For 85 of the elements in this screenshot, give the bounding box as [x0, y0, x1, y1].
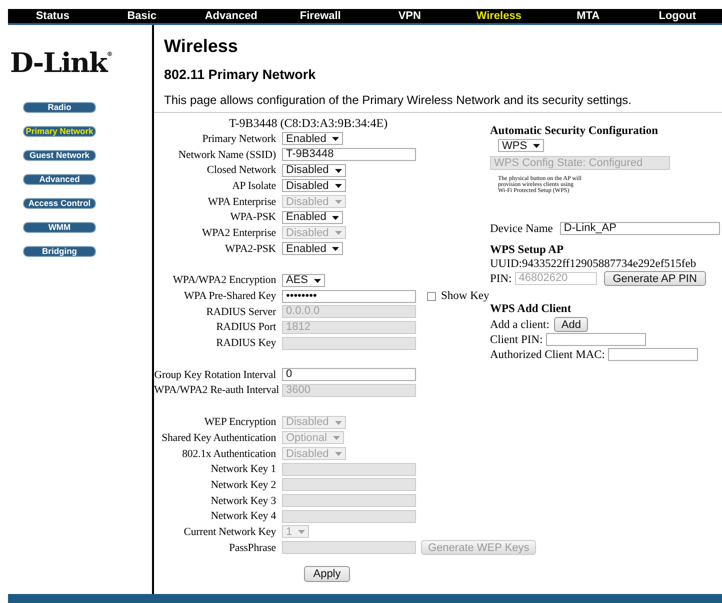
field-label: WPA/WPA2 Re-auth Interval [154, 384, 279, 396]
caret-icon [332, 435, 340, 440]
caret-icon [332, 136, 340, 142]
caret-icon [533, 143, 540, 148]
sidebar-button[interactable]: Access Control [23, 198, 96, 209]
nav-tab[interactable]: Firewall [276, 10, 365, 22]
field-label: WPA-PSK [229, 211, 277, 224]
input-field[interactable] [546, 333, 646, 346]
page-title: Wireless [164, 36, 239, 57]
field-label: Network Key 2 [210, 478, 277, 491]
sidebar-button[interactable]: Guest Network [23, 150, 96, 161]
field-label: Group Key Rotation Interval [154, 368, 277, 381]
field-label: Authorized Client MAC: [490, 348, 605, 360]
field-label: RADIUS Server [205, 306, 277, 318]
section-heading: WPS Setup AP [490, 244, 564, 256]
section-title: 802.11 Primary Network [164, 67, 317, 82]
field-label: WEP Encryption [203, 416, 277, 428]
input-field[interactable]: D-Link_AP [560, 222, 720, 235]
field-label: PIN: [490, 272, 512, 284]
input-field[interactable] [608, 348, 698, 361]
field-label: RADIUS Port [215, 321, 277, 334]
dropdown[interactable]: AES [282, 274, 326, 287]
caret-icon [332, 214, 340, 220]
dropdown[interactable]: Enabled [282, 210, 344, 224]
field-label: Closed Network [206, 164, 278, 176]
input-field[interactable]: 0 [282, 368, 416, 382]
field-label: Current Network Key [182, 526, 277, 538]
field-label: AP Isolate [231, 180, 277, 192]
page-description: This page allows configuration of the Primary Wireless Network and its security settings. [164, 93, 633, 107]
sidebar-button[interactable]: Advanced [23, 174, 96, 185]
dropdown[interactable]: Disabled [282, 179, 346, 192]
field-label: WPA2 Enterprise [201, 226, 277, 239]
nav-tab[interactable]: Wireless [454, 10, 544, 22]
field-label: 802.1x Authentication [181, 448, 277, 460]
field-label: WPA2-PSK [224, 242, 277, 255]
caret-icon [334, 420, 342, 425]
field-label: Primary Network [201, 132, 278, 145]
field-label: WPA Enterprise [206, 196, 277, 208]
field-label: Client PIN: [490, 334, 543, 346]
input-field[interactable]: T-9B3448 [282, 148, 416, 162]
caret-icon [334, 168, 342, 173]
generate-pin-button[interactable]: Generate AP PIN [604, 271, 706, 286]
caret-icon [298, 529, 306, 534]
nav-tab[interactable]: Basic [97, 10, 186, 22]
section-heading: Automatic Security Configuration [490, 125, 660, 137]
nav-tab[interactable]: MTA [544, 10, 633, 22]
caret-icon [314, 278, 322, 283]
checkbox-label: Show Key [441, 290, 490, 302]
caret-icon [332, 246, 340, 252]
dropdown[interactable]: Disabled [282, 164, 346, 177]
dropdown[interactable]: Enabled [282, 242, 344, 256]
nav-tab[interactable]: Status [8, 10, 98, 22]
device-id: T-9B3448 (C8:D3:A3:9B:34:4E) [229, 116, 389, 131]
nav-tab[interactable]: VPN [365, 10, 454, 22]
dropdown[interactable]: WPS [498, 139, 544, 152]
sidebar-button[interactable]: Primary Network [23, 126, 96, 137]
caret-icon [334, 199, 342, 204]
sidebar-button[interactable]: Bridging [23, 246, 96, 257]
input-field[interactable]: •••••••• [282, 290, 416, 303]
status-field: WPS Config State: Configured [490, 156, 670, 170]
uuid-text: UUID:9433522ff12905887734e292ef515feb [490, 258, 698, 270]
field-label: RADIUS Key [215, 337, 277, 350]
nav-tab[interactable]: Advanced [186, 10, 276, 22]
sidebar-button[interactable]: Radio [23, 102, 96, 113]
add-button[interactable]: Add [554, 317, 588, 332]
sidebar-button[interactable]: WMM [23, 222, 96, 233]
field-label: Network Key 4 [210, 510, 277, 522]
field-label: WPA/WPA2 Encryption [172, 274, 277, 286]
field-label: Network Key 3 [210, 494, 277, 507]
caret-icon [334, 183, 342, 188]
field-label: Shared Key Authentication [160, 432, 277, 444]
field-label: Add a client: [490, 318, 550, 330]
logo: D-Link$^{®}$ [10, 48, 113, 79]
checkbox[interactable] [427, 292, 436, 301]
dropdown[interactable]: Enabled [282, 132, 344, 146]
field-label: Network Key 1 [210, 463, 277, 476]
caret-icon [334, 451, 342, 456]
apply-button[interactable]: Apply [304, 566, 350, 582]
section-heading: WPS Add Client [490, 303, 572, 315]
caret-icon [334, 230, 342, 236]
field-label: WPA Pre-Shared Key [183, 290, 277, 302]
field-label: Network Name (SSID) [177, 148, 277, 161]
nav-tab[interactable]: Logout [632, 10, 722, 22]
field-label: Device Name [490, 222, 553, 234]
field-label: PassPhrase [228, 542, 277, 554]
